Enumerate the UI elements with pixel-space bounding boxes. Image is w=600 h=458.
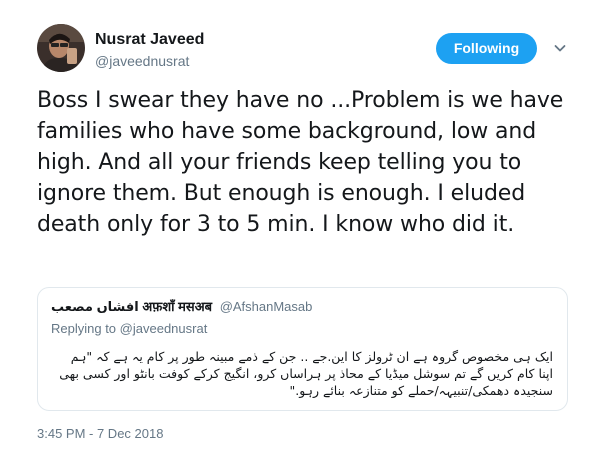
tweet-timestamp[interactable]: 3:45 PM - 7 Dec 2018 [37, 426, 163, 442]
quoted-tweet-header: افشاں مصعب अफ़शाँ मसअब @AfshanMasab [51, 299, 551, 315]
avatar[interactable] [37, 24, 85, 72]
following-button[interactable]: Following [436, 33, 537, 64]
author-handle[interactable]: @javeednusrat [95, 52, 189, 70]
replying-to-handle[interactable]: @javeednusrat [120, 321, 208, 336]
quoted-author-name: افشاں مصعب अफ़शाँ मसअब [51, 299, 213, 314]
tweet-text: Boss I swear they have no ...Problem is … [37, 88, 564, 237]
chevron-down-icon[interactable] [552, 40, 568, 56]
replying-to: Replying to @javeednusrat [51, 321, 207, 337]
author-name[interactable]: Nusrat Javeed [95, 30, 204, 50]
replying-to-label: Replying to [51, 321, 117, 336]
quoted-author-handle: @AfshanMasab [219, 299, 313, 314]
quoted-tweet-text: ایک ہی مخصوص گروہ ہے ان ٹرولز کا این.جے … [59, 349, 553, 398]
quoted-tweet[interactable]: افشاں مصعب अफ़शाँ मसअब @AfshanMasab Repl… [37, 287, 568, 411]
tweet-card: Nusrat Javeed @javeednusrat Following Bo… [0, 0, 600, 458]
